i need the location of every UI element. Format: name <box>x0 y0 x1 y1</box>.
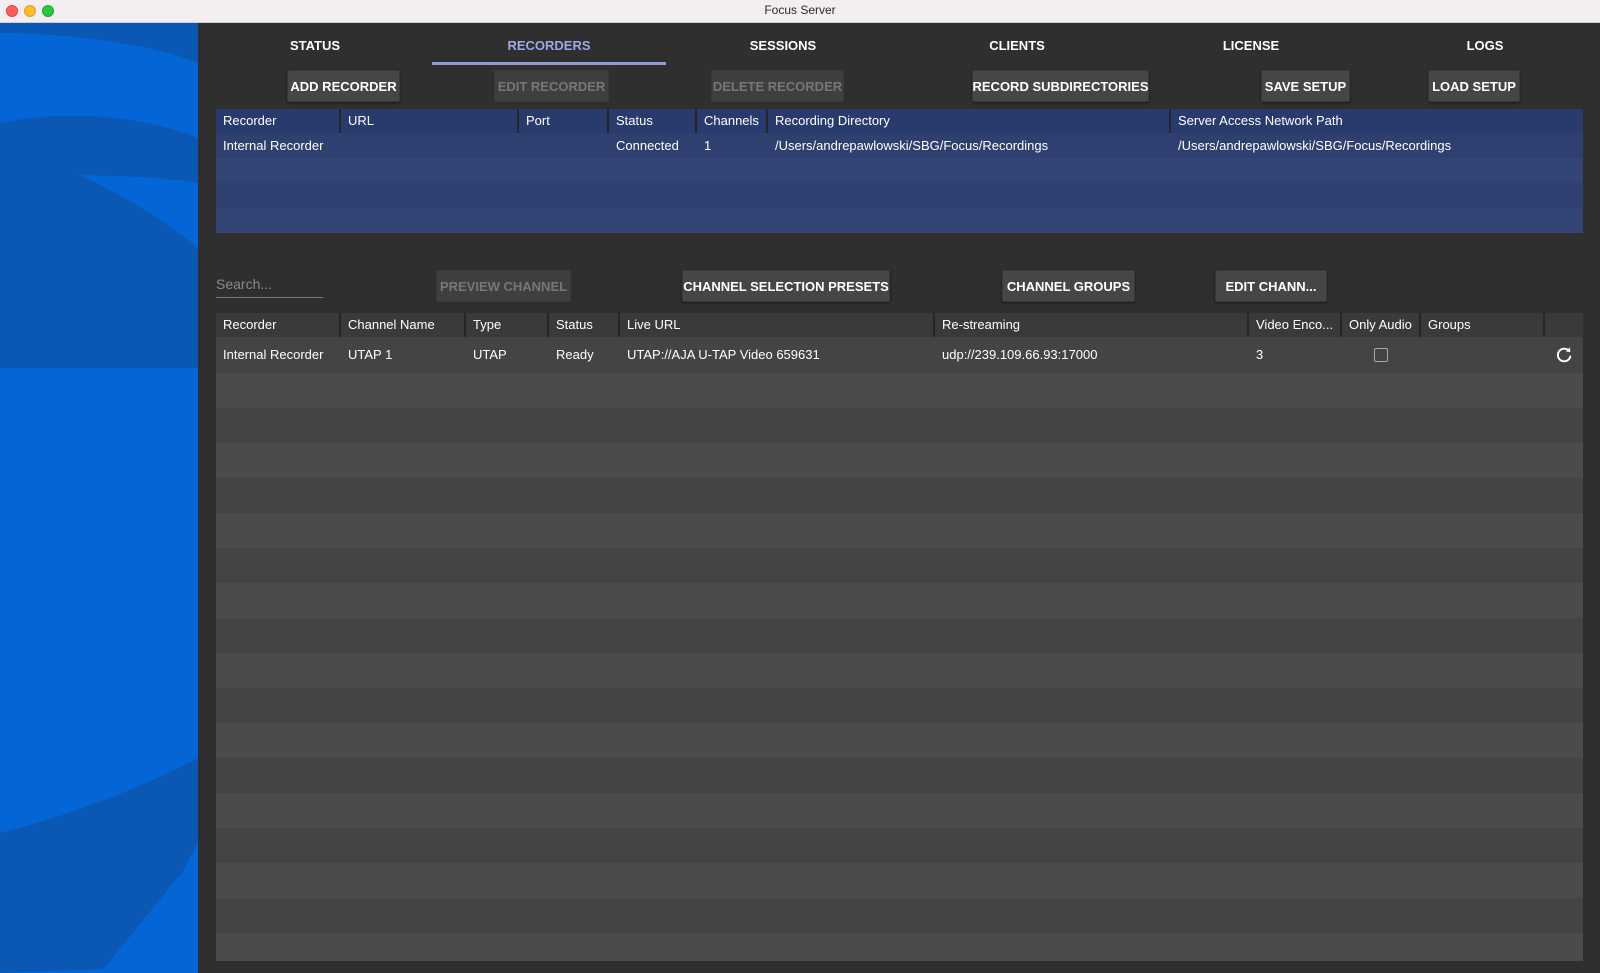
column-header-channel-name[interactable]: Channel Name <box>341 313 466 337</box>
column-header-actions <box>1545 313 1583 337</box>
tab-status[interactable]: STATUS <box>198 23 432 67</box>
delete-recorder-button[interactable]: DELETE RECORDER <box>711 70 844 102</box>
title-bar: Focus Server <box>0 0 1600 23</box>
record-subdirectories-button[interactable]: RECORD SUBDIRECTORIES <box>972 70 1149 102</box>
recorders-table: Recorder URL Port Status Channels Record… <box>216 109 1583 233</box>
column-header-recorder[interactable]: Recorder <box>216 109 341 133</box>
column-header-restreaming[interactable]: Re-streaming <box>935 313 1249 337</box>
empty-row <box>216 208 1583 233</box>
channels-table: Recorder Channel Name Type Status Live U… <box>216 313 1583 961</box>
table-row[interactable]: Internal Recorder Connected 1 /Users/and… <box>216 133 1583 158</box>
empty-row <box>216 548 1583 583</box>
empty-row <box>216 618 1583 653</box>
cell-restreaming: udp://239.109.66.93:17000 <box>942 347 1098 362</box>
channel-groups-button[interactable]: CHANNEL GROUPS <box>1002 270 1135 302</box>
empty-row <box>216 758 1583 793</box>
save-setup-button[interactable]: SAVE SETUP <box>1261 70 1350 102</box>
channel-search-input[interactable] <box>216 271 323 298</box>
cell-server-access-path: /Users/andrepawlowski/SBG/Focus/Recordin… <box>1178 138 1452 153</box>
column-header-video-encoders[interactable]: Video Enco... <box>1249 313 1342 337</box>
empty-row <box>216 513 1583 548</box>
column-header-only-audio[interactable]: Only Audio <box>1342 313 1421 337</box>
cell-recorder: Internal Recorder <box>223 347 324 362</box>
cell-status: Ready <box>556 347 594 362</box>
channel-selection-presets-button[interactable]: CHANNEL SELECTION PRESETS <box>682 270 890 302</box>
main-panel: STATUS RECORDERS SESSIONS CLIENTS LICENS… <box>198 23 1600 973</box>
empty-row <box>216 183 1583 208</box>
empty-row <box>216 863 1583 898</box>
empty-row <box>216 828 1583 863</box>
column-header-recorder[interactable]: Recorder <box>216 313 341 337</box>
tab-logs[interactable]: LOGS <box>1368 23 1600 67</box>
only-audio-checkbox[interactable] <box>1374 348 1388 362</box>
cell-channel-name: UTAP 1 <box>348 347 393 362</box>
column-header-port[interactable]: Port <box>519 109 609 133</box>
recorders-table-header: Recorder URL Port Status Channels Record… <box>216 109 1583 133</box>
empty-row <box>216 158 1583 183</box>
table-row[interactable]: Internal Recorder UTAP 1 UTAP Ready UTAP… <box>216 337 1583 373</box>
empty-row <box>216 723 1583 758</box>
cell-status: Connected <box>616 138 679 153</box>
column-header-status[interactable]: Status <box>549 313 620 337</box>
column-header-recording-directory[interactable]: Recording Directory <box>768 109 1171 133</box>
cell-live-url: UTAP://AJA U-TAP Video 659631 <box>627 347 820 362</box>
window-title: Focus Server <box>764 3 836 17</box>
column-header-live-url[interactable]: Live URL <box>620 313 935 337</box>
column-header-status[interactable]: Status <box>609 109 697 133</box>
tab-license[interactable]: LICENSE <box>1134 23 1368 67</box>
empty-row <box>216 653 1583 688</box>
edit-channel-button[interactable]: EDIT CHANN... <box>1215 270 1327 302</box>
preview-channel-button[interactable]: PREVIEW CHANNEL <box>436 270 571 302</box>
empty-row <box>216 933 1583 961</box>
empty-row <box>216 373 1583 408</box>
column-header-url[interactable]: URL <box>341 109 519 133</box>
empty-row <box>216 793 1583 828</box>
empty-row <box>216 408 1583 443</box>
empty-row <box>216 583 1583 618</box>
sidebar-background-graphic <box>0 23 198 973</box>
column-header-channels[interactable]: Channels <box>697 109 768 133</box>
cell-video-encoders: 3 <box>1256 347 1264 362</box>
tab-recorders[interactable]: RECORDERS <box>432 23 666 67</box>
refresh-icon[interactable] <box>1555 346 1573 364</box>
edit-recorder-button[interactable]: EDIT RECORDER <box>494 70 609 102</box>
load-setup-button[interactable]: LOAD SETUP <box>1428 70 1520 102</box>
column-header-server-access-path[interactable]: Server Access Network Path <box>1171 109 1583 133</box>
active-tab-indicator <box>432 62 666 65</box>
empty-row <box>216 443 1583 478</box>
empty-row <box>216 688 1583 723</box>
cell-channels: 1 <box>704 138 712 153</box>
tab-bar: STATUS RECORDERS SESSIONS CLIENTS LICENS… <box>198 23 1600 67</box>
cell-recording-directory: /Users/andrepawlowski/SBG/Focus/Recordin… <box>775 138 1049 153</box>
column-header-type[interactable]: Type <box>466 313 549 337</box>
channels-table-header: Recorder Channel Name Type Status Live U… <box>216 313 1583 337</box>
empty-row <box>216 478 1583 513</box>
logo-swirl-graphic <box>0 23 198 973</box>
tab-clients[interactable]: CLIENTS <box>900 23 1134 67</box>
cell-type: UTAP <box>473 347 507 362</box>
column-header-groups[interactable]: Groups <box>1421 313 1545 337</box>
add-recorder-button[interactable]: ADD RECORDER <box>287 70 400 102</box>
cell-recorder: Internal Recorder <box>223 138 324 153</box>
empty-row <box>216 898 1583 933</box>
tab-sessions[interactable]: SESSIONS <box>666 23 900 67</box>
